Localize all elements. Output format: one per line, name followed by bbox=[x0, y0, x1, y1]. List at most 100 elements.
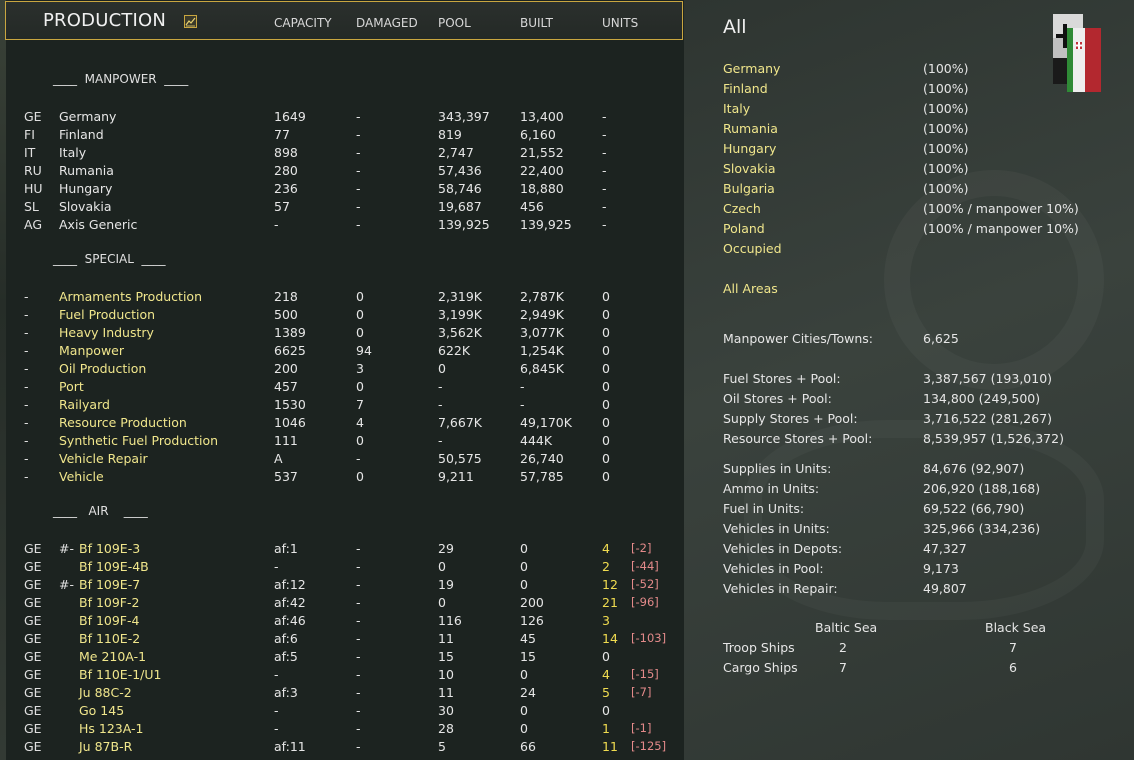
nation-link[interactable]: Rumania bbox=[723, 121, 778, 136]
facility-name[interactable]: Manpower bbox=[59, 343, 124, 358]
table-row[interactable]: GE Bf 109F-4 af:46 - 116 126 3 bbox=[0, 613, 684, 631]
aircraft-name[interactable]: Ju 87B-R bbox=[79, 739, 132, 754]
damaged-cell: 0 bbox=[356, 379, 364, 394]
col-header-pool[interactable]: POOL bbox=[438, 16, 471, 30]
table-row[interactable]: GE Ju 87B-R af:11 - 5 66 11 [-125] bbox=[0, 739, 684, 757]
table-row[interactable]: - Fuel Production 500 0 3,199K 2,949K 0 bbox=[0, 307, 684, 325]
section-special: ____ SPECIAL ____ bbox=[53, 252, 166, 266]
col-header-units[interactable]: UNITS bbox=[602, 16, 638, 30]
nation-link[interactable]: Occupied bbox=[723, 241, 782, 256]
units-cell: 0 bbox=[602, 307, 610, 322]
pool-cell: - bbox=[438, 433, 443, 448]
table-row[interactable]: GE Bf 110E-2 af:6 - 11 45 14 [-103] bbox=[0, 631, 684, 649]
nation-link[interactable]: Germany bbox=[723, 61, 780, 76]
capacity-cell: A bbox=[274, 451, 283, 466]
damaged-cell: 4 bbox=[356, 415, 364, 430]
aircraft-name[interactable]: Bf 109E-4B bbox=[79, 559, 149, 574]
aircraft-name[interactable]: Me 210A-1 bbox=[79, 649, 146, 664]
table-row[interactable]: FI Finland 77 - 819 6,160 - bbox=[0, 127, 684, 145]
aircraft-name[interactable]: Bf 109E-7 bbox=[79, 577, 140, 592]
facility-name[interactable]: Port bbox=[59, 379, 84, 394]
aircraft-name[interactable]: Go 145 bbox=[79, 703, 124, 718]
stock-label: Ammo in Units: bbox=[723, 481, 820, 496]
table-row[interactable]: GE Go 145 - - 30 0 0 bbox=[0, 703, 684, 721]
aircraft-name[interactable]: Bf 109F-2 bbox=[79, 595, 139, 610]
table-row[interactable]: SL Slovakia 57 - 19,687 456 - bbox=[0, 199, 684, 217]
nation-link[interactable]: Bulgaria bbox=[723, 181, 775, 196]
units-cell: 21 bbox=[602, 595, 618, 610]
table-row[interactable]: - Vehicle Repair A - 50,575 26,740 0 bbox=[0, 451, 684, 469]
stock-value: 206,920 (188,168) bbox=[923, 481, 1041, 496]
pool-cell: 116 bbox=[438, 613, 462, 628]
nation-link[interactable]: Finland bbox=[723, 81, 768, 96]
table-row[interactable]: - Port 457 0 - - 0 bbox=[0, 379, 684, 397]
pool-cell: 19,687 bbox=[438, 199, 482, 214]
table-row[interactable]: - Vehicle 537 0 9,211 57,785 0 bbox=[0, 469, 684, 487]
damaged-cell: 3 bbox=[356, 361, 364, 376]
damaged-cell: - bbox=[356, 199, 361, 214]
table-row[interactable]: - Armaments Production 218 0 2,319K 2,787K 0 bbox=[0, 289, 684, 307]
table-row[interactable]: HU Hungary 236 - 58,746 18,880 - bbox=[0, 181, 684, 199]
nation-link[interactable]: Czech bbox=[723, 201, 761, 216]
nation-percent: (100%) bbox=[923, 81, 969, 96]
facility-name[interactable]: Heavy Industry bbox=[59, 325, 154, 340]
axis-flags-icon[interactable] bbox=[1053, 12, 1103, 98]
pool-cell: 10 bbox=[438, 667, 454, 682]
col-header-capacity[interactable]: CAPACITY bbox=[274, 16, 332, 30]
aircraft-name[interactable]: Hs 123A-1 bbox=[79, 721, 143, 736]
table-row[interactable]: RU Rumania 280 - 57,436 22,400 - bbox=[0, 163, 684, 181]
nation-link[interactable]: Hungary bbox=[723, 141, 776, 156]
facility-name[interactable]: Vehicle bbox=[59, 469, 104, 484]
table-row[interactable]: AG Axis Generic - - 139,925 139,925 - bbox=[0, 217, 684, 235]
facility-name[interactable]: Resource Production bbox=[59, 415, 187, 430]
table-row[interactable]: GE Bf 110E-1/U1 - - 10 0 4 [-15] bbox=[0, 667, 684, 685]
table-row[interactable]: GE Ju 88C-2 af:3 - 11 24 5 [-7] bbox=[0, 685, 684, 703]
facility-name[interactable]: Vehicle Repair bbox=[59, 451, 148, 466]
row-marker: - bbox=[24, 397, 29, 412]
table-row[interactable]: GE Hs 123A-1 - - 28 0 1 [-1] bbox=[0, 721, 684, 739]
chart-toggle-button[interactable] bbox=[184, 15, 197, 28]
nation-link[interactable]: Poland bbox=[723, 221, 765, 236]
table-row[interactable]: - Oil Production 200 3 0 6,845K 0 bbox=[0, 361, 684, 379]
table-row[interactable]: - Resource Production 1046 4 7,667K 49,170K 0 bbox=[0, 415, 684, 433]
table-row[interactable]: GE Me 210A-1 af:5 - 15 15 0 bbox=[0, 649, 684, 667]
ship-type-label: Cargo Ships bbox=[723, 660, 798, 675]
nation-code: GE bbox=[24, 613, 42, 628]
aircraft-name[interactable]: Bf 110E-2 bbox=[79, 631, 140, 646]
aircraft-name[interactable]: Bf 110E-1/U1 bbox=[79, 667, 161, 682]
nation-link[interactable]: Slovakia bbox=[723, 161, 775, 176]
capacity-cell: 280 bbox=[274, 163, 298, 178]
stock-label: Vehicles in Repair: bbox=[723, 581, 838, 596]
table-row[interactable]: GE Bf 109E-4B - - 0 0 2 [-44] bbox=[0, 559, 684, 577]
stock-value: 49,807 bbox=[923, 581, 967, 596]
all-areas-link[interactable]: All Areas bbox=[723, 281, 778, 296]
table-row[interactable]: GE Bf 109F-2 af:42 - 0 200 21 [-96] bbox=[0, 595, 684, 613]
table-row[interactable]: GE #- Bf 109E-3 af:1 - 29 0 4 [-2] bbox=[0, 541, 684, 559]
facility-name[interactable]: Fuel Production bbox=[59, 307, 155, 322]
aircraft-name[interactable]: Ju 88C-2 bbox=[79, 685, 132, 700]
nation-code: IT bbox=[24, 145, 36, 160]
damaged-cell: - bbox=[356, 631, 361, 646]
units-delta: [-7] bbox=[631, 685, 652, 699]
col-header-built[interactable]: BUILT bbox=[520, 16, 553, 30]
col-header-damaged[interactable]: DAMAGED bbox=[356, 16, 418, 30]
capacity-cell: - bbox=[274, 667, 279, 682]
table-row[interactable]: - Manpower 6625 94 622K 1,254K 0 bbox=[0, 343, 684, 361]
aircraft-name[interactable]: Bf 109E-3 bbox=[79, 541, 140, 556]
table-row[interactable]: IT Italy 898 - 2,747 21,552 - bbox=[0, 145, 684, 163]
upgrade-marker: #- bbox=[59, 541, 74, 556]
capacity-cell: 77 bbox=[274, 127, 290, 142]
table-row[interactable]: - Railyard 1530 7 - - 0 bbox=[0, 397, 684, 415]
table-row[interactable]: GE #- Bf 109E-7 af:12 - 19 0 12 [-52] bbox=[0, 577, 684, 595]
facility-name[interactable]: Synthetic Fuel Production bbox=[59, 433, 218, 448]
table-row[interactable]: - Heavy Industry 1389 0 3,562K 3,077K 0 bbox=[0, 325, 684, 343]
table-row[interactable]: GE Germany 1649 - 343,397 13,400 - bbox=[0, 109, 684, 127]
aircraft-name[interactable]: Bf 109F-4 bbox=[79, 613, 139, 628]
damaged-cell: 0 bbox=[356, 469, 364, 484]
facility-name[interactable]: Oil Production bbox=[59, 361, 146, 376]
table-row[interactable]: - Synthetic Fuel Production 111 0 - 444K 0 bbox=[0, 433, 684, 451]
nation-link[interactable]: Italy bbox=[723, 101, 750, 116]
facility-name[interactable]: Railyard bbox=[59, 397, 110, 412]
units-cell: - bbox=[602, 181, 607, 196]
facility-name[interactable]: Armaments Production bbox=[59, 289, 202, 304]
